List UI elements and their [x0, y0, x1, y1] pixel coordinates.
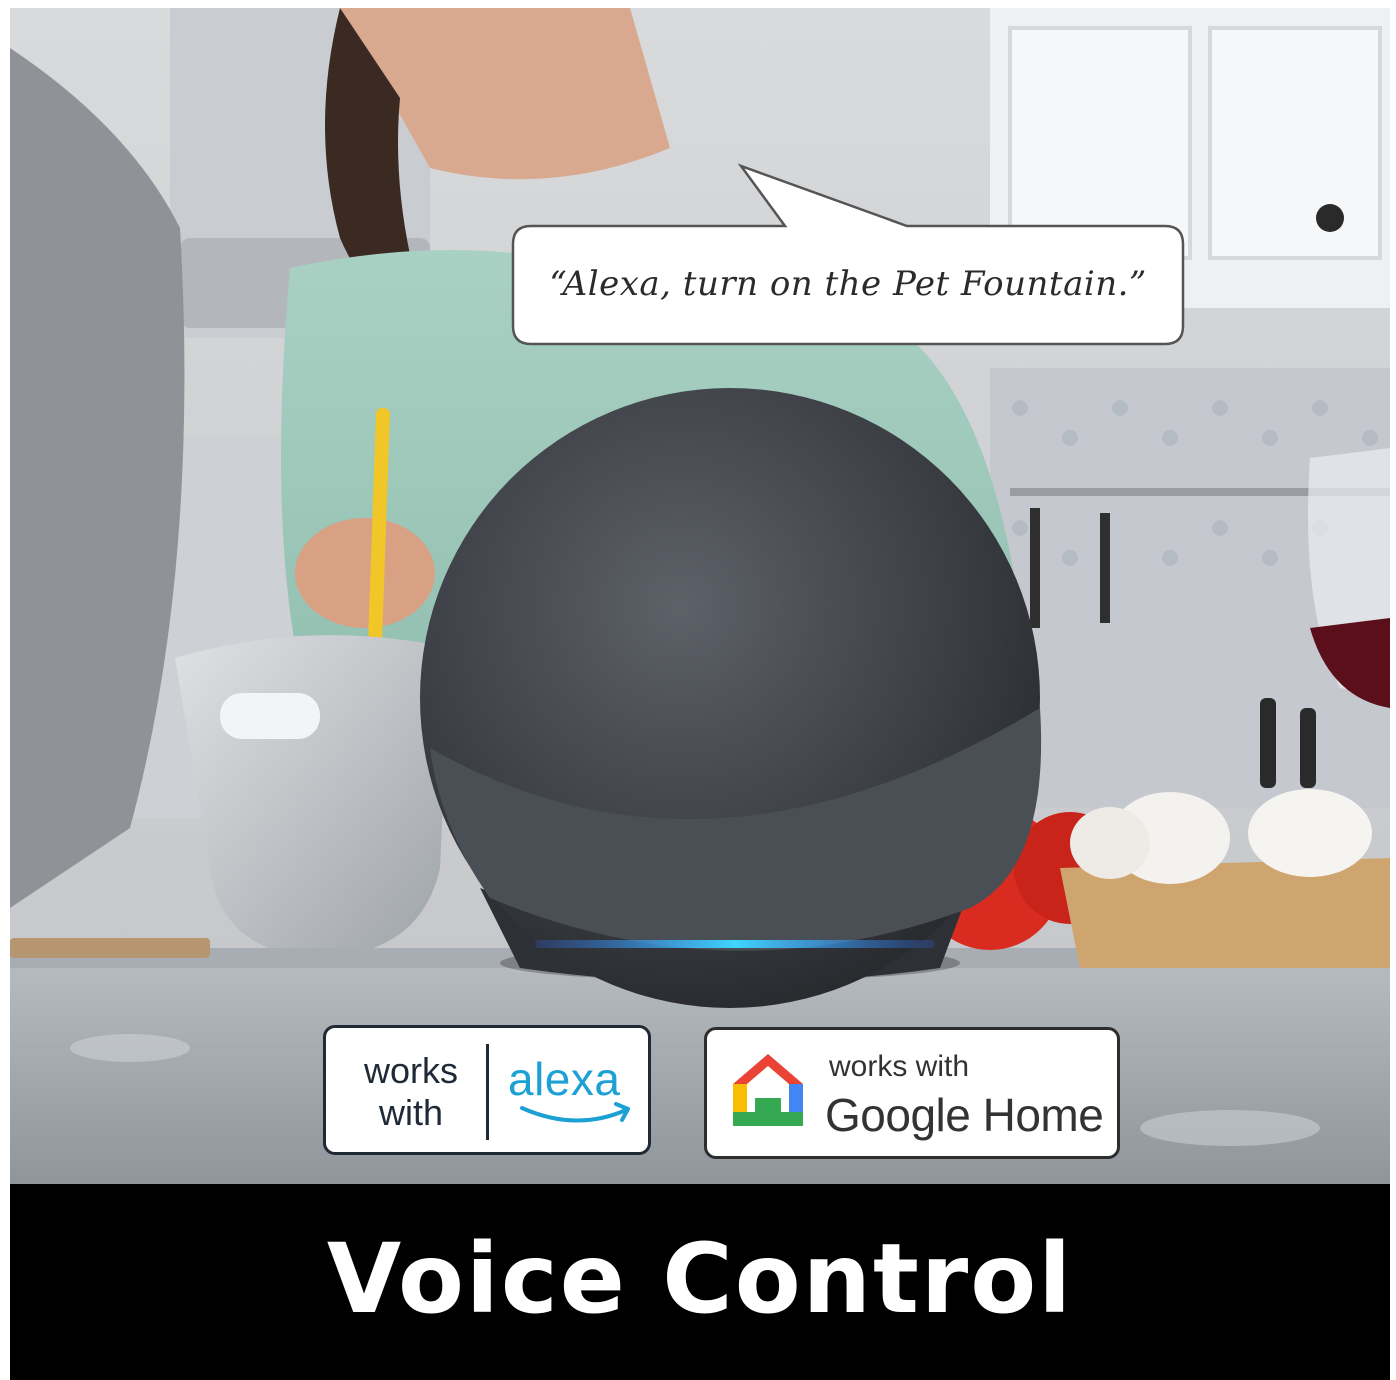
works-with-alexa-badge: works with alexa: [323, 1025, 651, 1155]
alexa-works-with-label: works with: [363, 1050, 458, 1133]
google-home-brand-text: Google Home: [825, 1089, 1104, 1141]
amazon-smile-icon: [520, 1102, 630, 1123]
alexa-logo-text: alexa: [508, 1053, 621, 1105]
footer-title: Voice Control: [326, 1223, 1074, 1335]
works-with-google-home-badge: works with Google Home: [704, 1027, 1120, 1159]
google-home-icon: [733, 1054, 803, 1126]
voice-control-banner: “Alexa, turn on the Pet Fountain.” works…: [0, 0, 1396, 1380]
google-works-with-label: works with: [829, 1050, 970, 1083]
footer-banner: Voice Control: [10, 1184, 1390, 1380]
speech-bubble-quote: “Alexa, turn on the Pet Fountain.”: [549, 264, 1147, 304]
badge-divider: [486, 1044, 489, 1140]
